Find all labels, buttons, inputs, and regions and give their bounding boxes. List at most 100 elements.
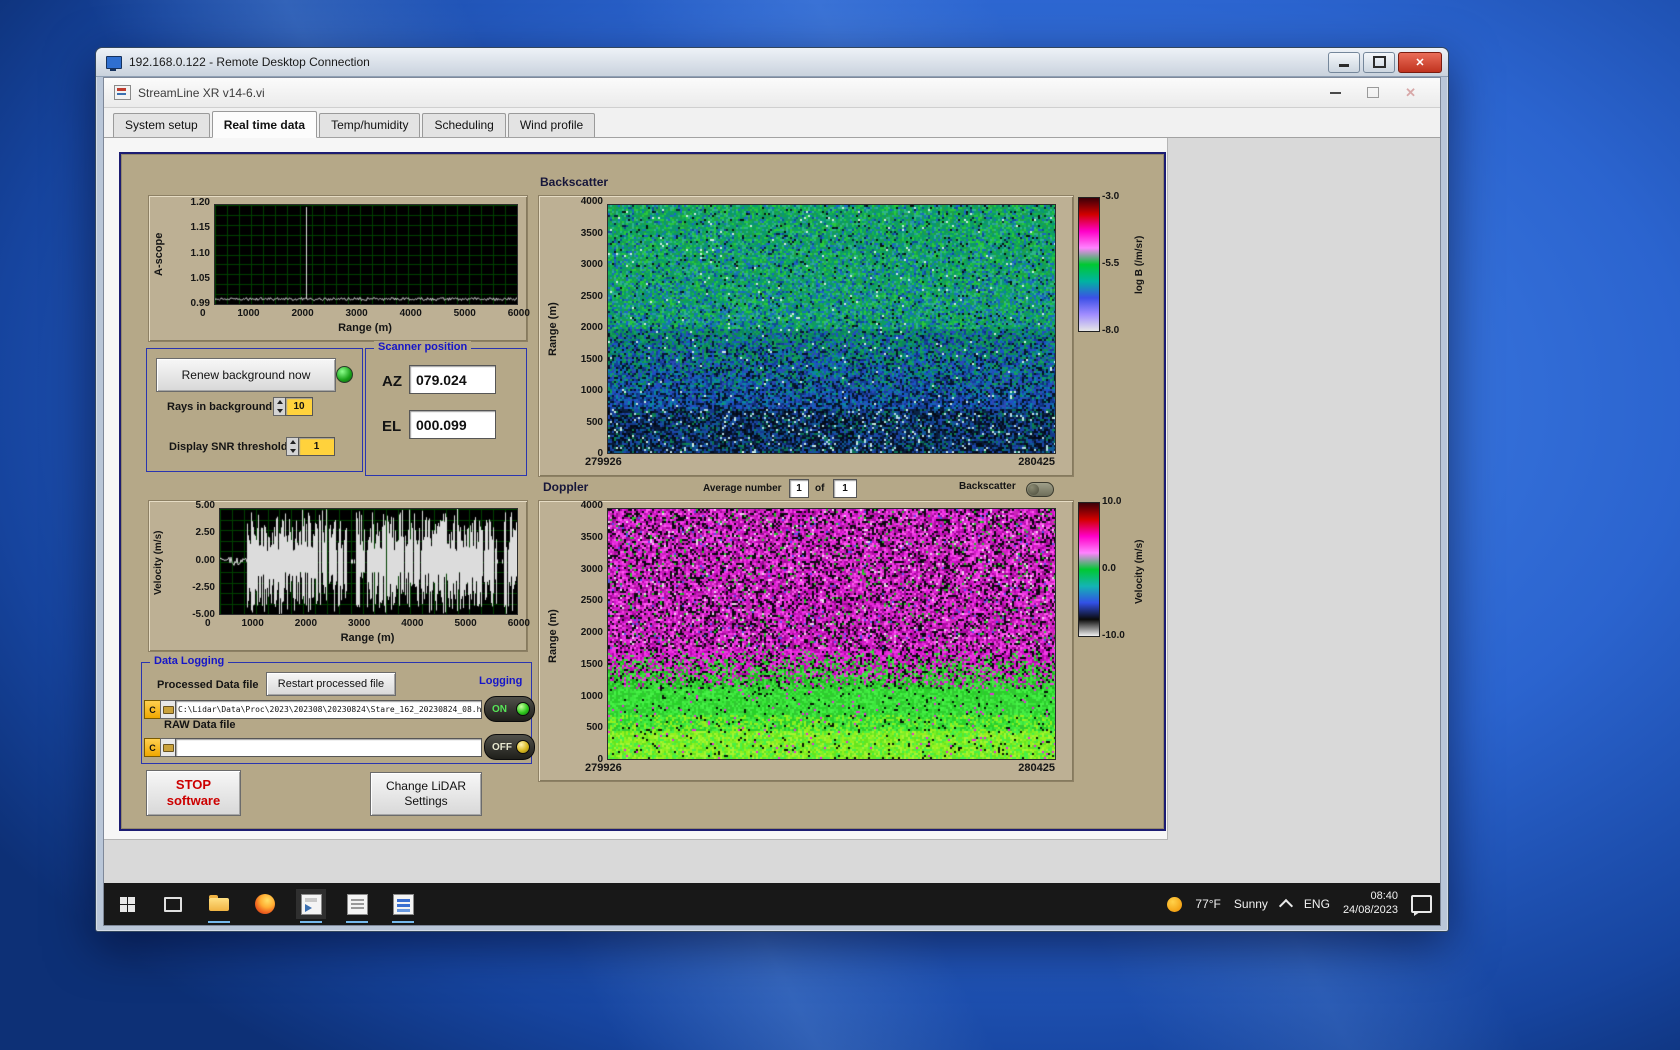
tab-wind-profile[interactable]: Wind profile [508,113,595,137]
tick-label: 1500 [581,660,603,670]
system-tray: 77°F Sunny ENG 08:40 24/08/2023 [1167,890,1432,918]
spin-down-icon[interactable] [277,409,283,413]
app-minimize-icon[interactable] [1330,92,1341,94]
data-logging-title: Data Logging [150,655,228,667]
tick-label: 6000 [508,308,530,319]
spin-up-icon[interactable] [277,400,283,404]
scanner-position-box: Scanner position AZ 079.024 EL 000.099 [365,348,527,476]
velocity-graph-frame: Velocity (m/s) 5.002.500.00-2.50-5.00 01… [148,500,528,652]
rays-label: Rays in background [167,401,272,413]
processed-drive-button[interactable]: C [144,700,161,719]
el-value: 000.099 [410,417,467,433]
app-title: StreamLine XR v14-6.vi [138,86,1330,100]
notification-center-icon[interactable] [1411,895,1432,913]
ascope-xlabel: Range (m) [214,322,516,334]
file-explorer-button[interactable] [204,889,234,919]
az-value-field: 079.024 [409,365,496,394]
tick-label: 280425 [1018,456,1055,468]
tab-scheduling[interactable]: Scheduling [422,113,505,137]
folder-icon [163,744,174,752]
average-of-field[interactable]: 1 [833,479,857,498]
raw-file-label: RAW Data file [164,719,236,731]
rdp-title: 192.168.0.122 - Remote Desktop Connectio… [129,55,1328,69]
rays-value-field[interactable]: 10 [285,397,313,416]
logging-off-button[interactable]: OFF [484,734,535,760]
document-app-button[interactable] [388,889,418,919]
processed-browse-folder-icon[interactable] [160,700,176,719]
off-label: OFF [492,742,512,753]
tick-label: 3500 [581,533,603,543]
tick-label: 2.50 [196,528,215,538]
processed-path-field[interactable]: C:\Lidar\Data\Proc\2023\202308\20230824\… [175,700,482,719]
tab-real-time-data[interactable]: Real time data [212,111,317,138]
task-view-button[interactable] [158,889,188,919]
app-titlebar[interactable]: StreamLine XR v14-6.vi ✕ [104,78,1440,108]
raw-browse-folder-icon[interactable] [160,738,176,757]
tick-label: 500 [586,418,603,428]
restart-processed-file-button[interactable]: Restart processed file [266,672,396,696]
lidar-panel: A-scope 1.201.151.101.050.99 01000200030… [119,152,1166,831]
weather-desc[interactable]: Sunny [1234,897,1268,911]
snr-value-field[interactable]: 1 [298,437,335,456]
maximize-icon [1373,56,1386,68]
rays-value: 10 [293,401,304,412]
toggle-knob[interactable] [1028,484,1039,495]
background-controls-box: Renew background now Rays in background … [146,348,363,472]
doppler-colorbar [1078,502,1100,637]
az-label: AZ [382,373,402,390]
front-panel: A-scope 1.201.151.101.050.99 01000200030… [104,138,1168,840]
velocity-xticks: 0100020003000400050006000 [205,618,530,629]
rdp-minimize-button[interactable] [1328,52,1360,73]
tick-label: 6000 [508,618,530,629]
rdp-close-button[interactable]: ✕ [1398,52,1442,73]
logging-on-button[interactable]: ON [484,696,535,722]
change-lidar-settings-button[interactable]: Change LiDAR Settings [370,772,482,816]
remote-session: StreamLine XR v14-6.vi ✕ System setup Re… [103,77,1441,926]
rdp-titlebar[interactable]: 192.168.0.122 - Remote Desktop Connectio… [96,48,1448,77]
labview-app-button[interactable] [296,889,326,919]
tick-label: 3000 [581,565,603,575]
tick-label: 0 [200,308,206,319]
drive-letter: C [149,743,156,753]
tray-chevron-icon[interactable] [1279,898,1293,912]
backscatter-toggle[interactable] [1026,482,1054,497]
spin-down-icon[interactable] [290,449,296,453]
tick-label: 10.0 [1102,496,1125,507]
minimize-icon [1339,64,1349,67]
backscatter-colorbar-ticks: -3.0-5.5-8.0 [1102,191,1119,336]
firefox-button[interactable] [250,889,280,919]
ascope-yticks: 1.201.151.101.050.99 [173,198,210,309]
tick-label: 1.10 [191,249,210,259]
raw-path-field[interactable] [175,738,482,757]
scan-schedule-button[interactable] [342,889,372,919]
tick-label: 2000 [581,628,603,638]
average-number-field[interactable]: 1 [789,479,809,498]
start-button[interactable] [112,889,142,919]
spin-up-icon[interactable] [290,440,296,444]
stop-software-button[interactable]: STOP software [146,770,241,816]
rdp-window: 192.168.0.122 - Remote Desktop Connectio… [95,47,1449,932]
app-maximize-icon[interactable] [1367,87,1379,98]
tick-label: 279926 [585,456,622,468]
velocity-xlabel: Range (m) [219,632,516,644]
raw-drive-button[interactable]: C [144,738,161,757]
tick-label: 0.0 [1102,563,1125,574]
taskbar-clock[interactable]: 08:40 24/08/2023 [1343,890,1398,918]
tick-label: 3500 [581,229,603,239]
el-value-field: 000.099 [409,410,496,439]
tab-temp-humidity[interactable]: Temp/humidity [319,113,420,137]
task-view-icon [164,897,182,912]
tab-system-setup[interactable]: System setup [113,113,210,137]
rdp-icon [106,56,122,69]
tick-label: 2500 [581,596,603,606]
backscatter-colorbar-label: log B (/m/sr) [1134,202,1145,327]
doppler-xticks: 279926280425 [585,762,1055,774]
tick-label: -8.0 [1102,325,1119,336]
tick-label: 2000 [291,308,313,319]
weather-temp[interactable]: 77°F [1195,897,1220,911]
app-close-icon[interactable]: ✕ [1405,88,1416,98]
rdp-maximize-button[interactable] [1363,52,1395,73]
language-indicator[interactable]: ENG [1304,897,1330,911]
renew-background-button[interactable]: Renew background now [156,358,336,392]
processed-path-text: C:\Lidar\Data\Proc\2023\202308\20230824\… [176,705,482,714]
